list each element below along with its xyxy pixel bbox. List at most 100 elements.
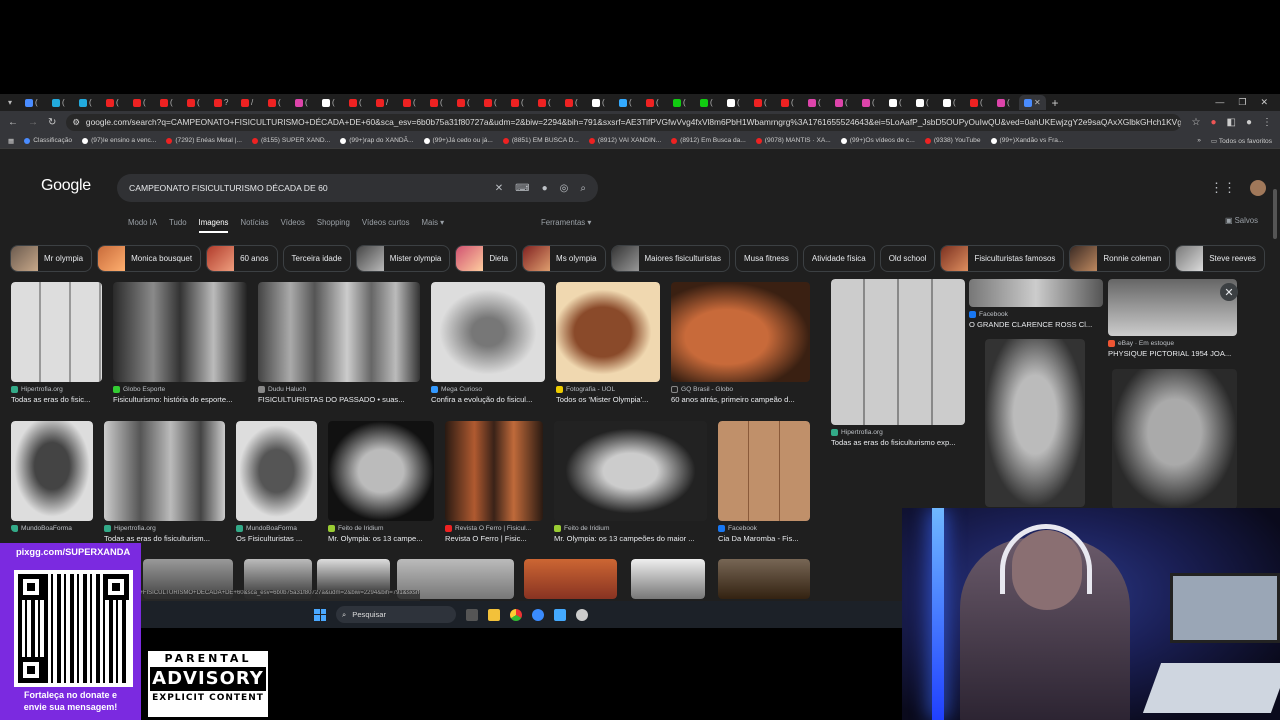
chrome-icon[interactable] — [510, 608, 522, 621]
menu-icon[interactable]: ⋮ — [1262, 117, 1272, 128]
side-image-result[interactable]: Facebook O GRANDE CLARENCE ROSS Cl... — [969, 279, 1103, 329]
clear-icon[interactable]: ✕ — [495, 183, 503, 194]
start-icon[interactable] — [314, 608, 326, 621]
browser-tab[interactable]: ( — [398, 95, 425, 110]
browser-tab[interactable]: ( — [776, 95, 803, 110]
browser-tab[interactable]: / — [371, 95, 398, 110]
image-result[interactable]: Feito de Iridium Mr. Olympia: os 13 camp… — [328, 421, 434, 543]
browser-tab[interactable]: ( — [506, 95, 533, 110]
chip[interactable]: Mr olympia — [10, 245, 93, 272]
browser-tab[interactable]: ( — [452, 95, 479, 110]
image-result[interactable] — [524, 559, 617, 599]
browser-tab[interactable]: ( — [722, 95, 749, 110]
search-icon[interactable]: ⌕ — [580, 183, 586, 194]
side-image-result[interactable] — [985, 339, 1085, 507]
browser-tab[interactable]: ( — [992, 95, 1019, 110]
browser-tab[interactable]: ( — [830, 95, 857, 110]
bookmark-item[interactable]: (9078) MANTIS · XA... — [755, 137, 831, 144]
side-image-result[interactable]: Hipertrofia.org Todas as eras do fisicul… — [831, 279, 965, 447]
chip[interactable]: 60 anos — [206, 245, 278, 272]
bookmark-item[interactable]: (7292) Enéas Metal |... — [166, 137, 242, 144]
app-icon[interactable] — [576, 608, 588, 621]
browser-tab[interactable]: ( — [101, 95, 128, 110]
bookmark-item[interactable]: (97)Ie ensino a venc... — [82, 137, 156, 144]
more-bookmarks-icon[interactable]: » — [1197, 137, 1201, 144]
back-icon[interactable]: ← — [8, 117, 18, 128]
browser-tab[interactable]: ( — [938, 95, 965, 110]
tab-videos[interactable]: Vídeos — [281, 218, 305, 233]
bookmark-item[interactable]: (99+)Já cedo ou já... — [423, 137, 493, 144]
browser-tab[interactable]: ( — [695, 95, 722, 110]
browser-tab[interactable]: ( — [155, 95, 182, 110]
tab-mais[interactable]: Mais ▾ — [422, 218, 445, 233]
avatar[interactable] — [1250, 180, 1266, 196]
bookmark-item[interactable]: (99+)Os vídeos de c... — [840, 137, 915, 144]
saved-button[interactable]: ▣ Salvos — [1225, 216, 1258, 225]
image-result[interactable] — [718, 559, 810, 599]
image-result[interactable]: Feito de Iridium Mr. Olympia: os 13 camp… — [554, 421, 707, 543]
bookmark-star-icon[interactable]: ☆ — [1191, 117, 1200, 128]
image-result[interactable]: GQ Brasil - Globo 60 anos atrás, primeir… — [671, 282, 810, 404]
browser-tab[interactable]: ( — [884, 95, 911, 110]
explorer-icon[interactable] — [488, 608, 500, 621]
tab-videos-curtos[interactable]: Vídeos curtos — [362, 218, 410, 233]
image-result[interactable]: Hipertrofia.org Todas as eras do fisic..… — [11, 282, 102, 404]
browser-tab[interactable]: ( — [74, 95, 101, 110]
browser-tab[interactable]: ( — [614, 95, 641, 110]
mic-icon[interactable]: ● — [542, 183, 548, 194]
extensions-puzzle-icon[interactable]: ◧ — [1227, 117, 1236, 128]
chip[interactable]: Terceira idade — [282, 245, 351, 272]
bookmark-item[interactable]: (8155) SUPER XAND... — [251, 137, 330, 144]
extension-icon[interactable]: ● — [1210, 117, 1216, 128]
new-tab-button[interactable]: + — [1046, 96, 1064, 110]
browser-tab[interactable]: ( — [479, 95, 506, 110]
browser-tab[interactable]: ( — [47, 95, 74, 110]
browser-tab[interactable]: ( — [965, 95, 992, 110]
image-result[interactable]: Facebook Cia Da Maromba - Fis... — [718, 421, 810, 543]
image-result[interactable]: Mega Curioso Confira a evolução do fisic… — [431, 282, 545, 404]
browser-tab[interactable]: ( — [128, 95, 155, 110]
image-result[interactable]: Hipertrofia.org Todas as eras do fisicul… — [104, 421, 225, 543]
app-icon[interactable] — [554, 608, 566, 621]
chip[interactable]: Musa fitness — [734, 245, 798, 272]
chip[interactable]: Old school — [879, 245, 936, 272]
side-image-result[interactable]: eBay · Em estoque PHYSIQUE PICTORIAL 195… — [1108, 279, 1237, 358]
browser-tab[interactable]: ( — [344, 95, 371, 110]
image-result[interactable]: Dudu Haluch FISICULTURISTAS DO PASSADO •… — [258, 282, 420, 404]
forward-icon[interactable]: → — [28, 117, 38, 128]
all-bookmarks[interactable]: ▭ Todos os favoritos — [1211, 137, 1272, 145]
chip[interactable]: Ms olympia — [522, 245, 606, 272]
tab-imagens[interactable]: Imagens — [198, 218, 229, 233]
apps-icon[interactable]: ⋮⋮ — [1210, 180, 1236, 196]
taskbar-search[interactable]: ⌕ Pesquisar — [336, 606, 456, 623]
tab-shopping[interactable]: Shopping — [317, 218, 350, 233]
chip[interactable]: Maiores fisiculturistas — [610, 245, 730, 272]
tab-tudo[interactable]: Tudo — [169, 218, 186, 233]
bookmark-item[interactable]: (99+)rap do XANDÃ... — [340, 137, 414, 144]
chip[interactable]: Dieta — [455, 245, 518, 272]
site-info-icon[interactable]: ⚙ — [72, 117, 80, 127]
keyboard-icon[interactable]: ⌨ — [515, 183, 529, 194]
browser-tab[interactable]: ? — [209, 95, 236, 110]
image-result[interactable] — [631, 559, 705, 599]
chip[interactable]: Monica bousquet — [97, 245, 202, 272]
browser-tab[interactable]: ( — [587, 95, 614, 110]
browser-tab[interactable]: ( — [668, 95, 695, 110]
browser-tab[interactable]: ( — [182, 95, 209, 110]
minimize-button[interactable]: — — [1215, 97, 1224, 108]
tab-search-menu[interactable]: ▾ — [4, 95, 20, 110]
reload-icon[interactable]: ↻ — [48, 117, 56, 128]
scrollbar[interactable] — [1273, 189, 1277, 239]
bookmark-item[interactable]: (9338) YouTube — [924, 137, 981, 144]
browser-tab[interactable]: ( — [20, 95, 47, 110]
chip[interactable]: Fisiculturistas famosos — [940, 245, 1065, 272]
close-tab-icon[interactable]: ✕ — [1034, 98, 1041, 107]
browser-tab[interactable]: / — [236, 95, 263, 110]
chip[interactable]: Atividade física — [802, 245, 875, 272]
chip[interactable]: Mister olympia — [355, 245, 451, 272]
taskview-icon[interactable] — [466, 608, 478, 621]
google-logo[interactable]: Google — [41, 177, 91, 195]
lens-icon[interactable]: ◎ — [560, 183, 569, 194]
browser-tab[interactable]: ( — [263, 95, 290, 110]
image-result[interactable]: Fotografia - UOL Todos os 'Mister Olympi… — [556, 282, 660, 404]
